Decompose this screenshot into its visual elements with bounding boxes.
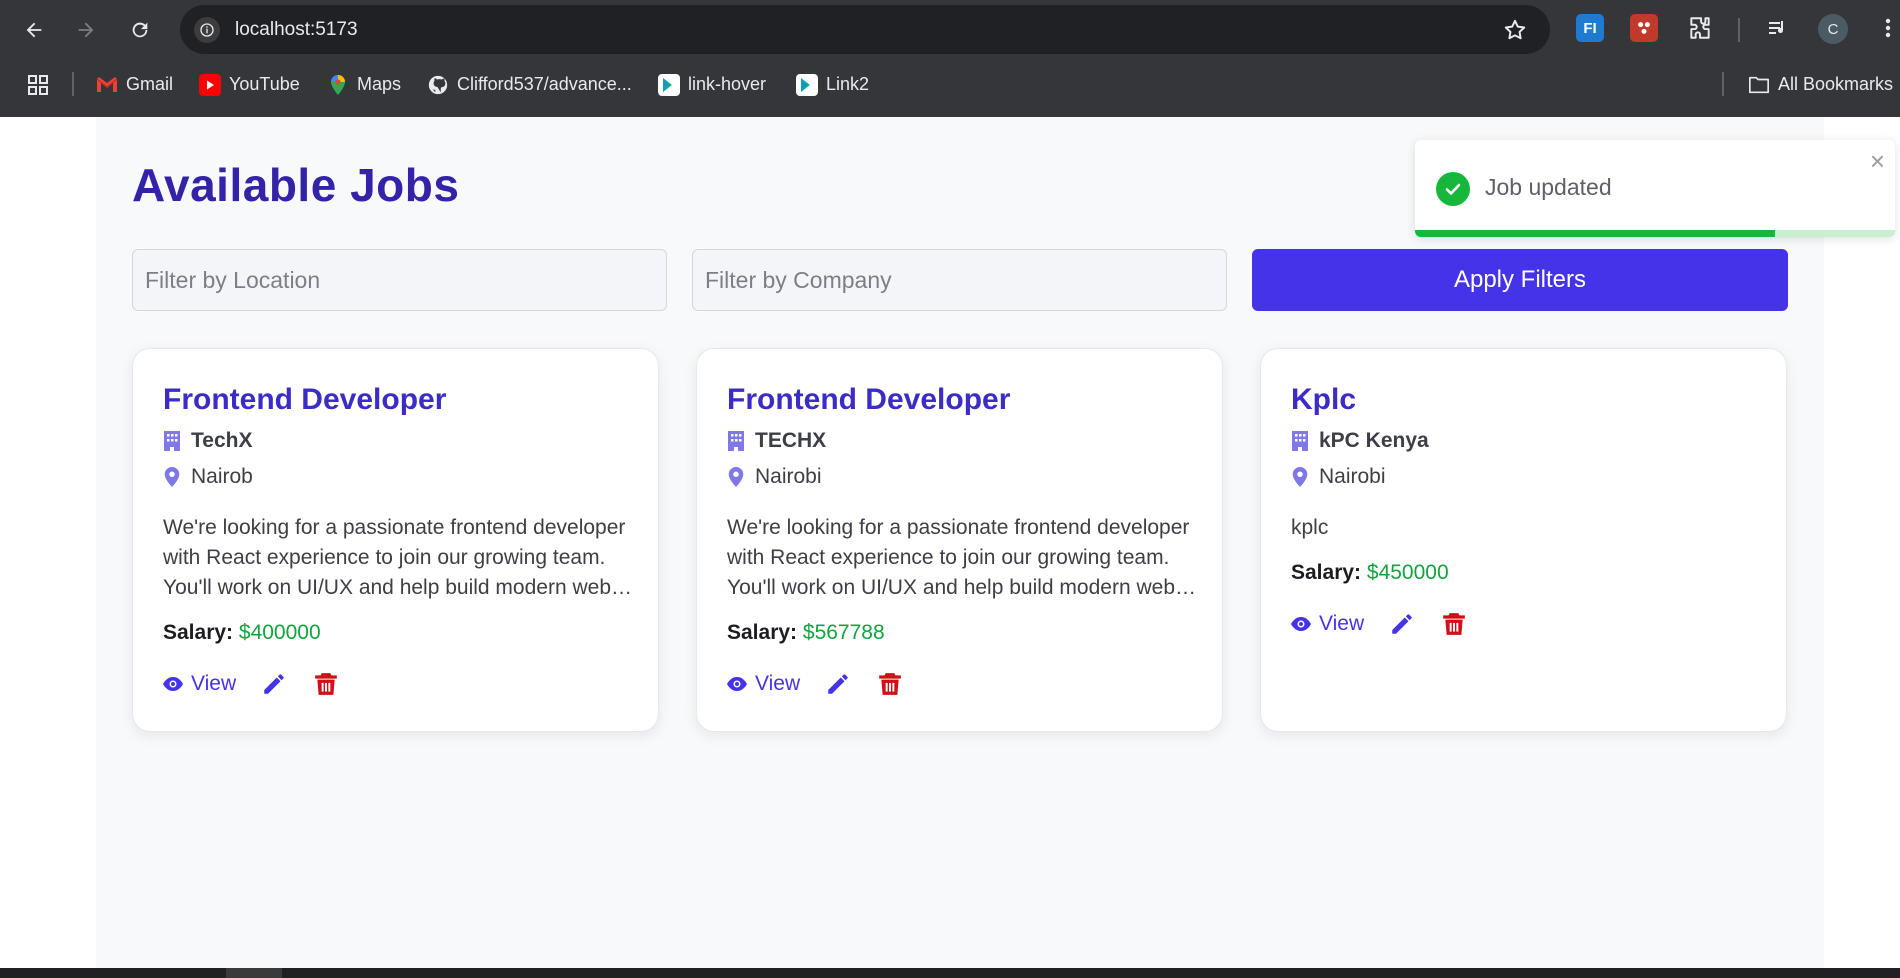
- job-title: Frontend Developer: [727, 383, 1011, 416]
- red-extension-icon[interactable]: [1630, 14, 1658, 42]
- job-company: TECHX: [727, 429, 826, 453]
- job-company: kPC Kenya: [1291, 429, 1429, 453]
- delete-job-button[interactable]: [1440, 610, 1468, 638]
- job-card: Frontend Developer TechX Nairob We're lo…: [132, 348, 659, 732]
- trash-icon: [315, 673, 337, 695]
- map-pin-icon: [164, 467, 180, 487]
- job-actions: View: [727, 670, 904, 698]
- bookmark-link-hover[interactable]: link-hover: [658, 62, 766, 107]
- bookmarks-divider: [72, 72, 74, 96]
- maps-icon: [327, 74, 349, 96]
- arrow-left-icon: [26, 22, 42, 38]
- view-job-link[interactable]: View: [163, 672, 236, 696]
- job-location: Nairob: [163, 465, 253, 489]
- delete-job-button[interactable]: [312, 670, 340, 698]
- job-title: Kplc: [1291, 383, 1357, 416]
- extensions-puzzle-icon[interactable]: [1686, 14, 1714, 42]
- site-info-icon[interactable]: [194, 17, 220, 43]
- eye-icon: [727, 677, 747, 691]
- eye-icon: [163, 677, 183, 691]
- job-location: Nairobi: [1291, 465, 1386, 489]
- bookmark-youtube[interactable]: YouTube: [199, 62, 300, 107]
- job-card: Kplc kPC Kenya Nairobi kplc Salary: $450…: [1260, 348, 1787, 732]
- reload-icon: [132, 22, 148, 38]
- job-title: Frontend Developer: [163, 383, 447, 416]
- job-description: We're looking for a passionate frontend …: [727, 516, 1190, 599]
- job-description: We're looking for a passionate frontend …: [163, 516, 626, 599]
- job-salary: Salary: $567788: [727, 621, 885, 644]
- edit-job-button[interactable]: [824, 670, 852, 698]
- browser-toolbar: localhost:5173 FI C: [0, 0, 1900, 60]
- toolbar-divider: [1738, 18, 1740, 42]
- gmail-icon: [96, 74, 118, 96]
- folder-icon: [1748, 74, 1770, 96]
- reload-button[interactable]: [122, 12, 158, 48]
- building-icon: [164, 431, 180, 451]
- bookmark-maps[interactable]: Maps: [327, 62, 401, 107]
- success-check-icon: [1436, 172, 1470, 206]
- browser-chrome: localhost:5173 FI C Gmail YouTube Maps C…: [0, 0, 1900, 117]
- pencil-icon: [828, 674, 848, 694]
- map-pin-icon: [1292, 467, 1308, 487]
- job-actions: View: [1291, 610, 1468, 638]
- company-filter-input[interactable]: [692, 249, 1227, 311]
- fi-extension-icon[interactable]: FI: [1576, 14, 1604, 42]
- page-title: Available Jobs: [132, 159, 460, 211]
- bookmark-gmail[interactable]: Gmail: [96, 62, 173, 107]
- job-salary: Salary: $400000: [163, 621, 321, 644]
- view-job-link[interactable]: View: [1291, 612, 1364, 636]
- address-bar[interactable]: localhost:5173: [180, 5, 1550, 54]
- youtube-icon: [199, 73, 221, 96]
- delete-job-button[interactable]: [876, 670, 904, 698]
- play-store-icon: [796, 73, 818, 96]
- building-icon: [1292, 431, 1308, 451]
- toast-notification: Job updated ×: [1415, 140, 1895, 237]
- bookmarks-bar: Gmail YouTube Maps Clifford537/advance..…: [0, 62, 1900, 107]
- pencil-icon: [264, 674, 284, 694]
- bookmark-star-icon[interactable]: [1502, 17, 1528, 43]
- url-text[interactable]: localhost:5173: [235, 5, 358, 54]
- job-location: Nairobi: [727, 465, 822, 489]
- arrow-right-icon: [78, 22, 94, 38]
- job-salary: Salary: $450000: [1291, 561, 1449, 584]
- trash-icon: [1443, 613, 1465, 635]
- taskbar-strip: [0, 968, 1900, 978]
- job-company: TechX: [163, 429, 252, 453]
- map-pin-icon: [728, 467, 744, 487]
- eye-icon: [1291, 617, 1311, 631]
- edit-job-button[interactable]: [1388, 610, 1416, 638]
- media-queue-icon[interactable]: [1764, 14, 1792, 42]
- github-icon: [427, 74, 449, 96]
- apply-filters-button[interactable]: Apply Filters: [1252, 249, 1788, 311]
- apps-grid-icon[interactable]: [26, 62, 50, 107]
- toast-message: Job updated: [1485, 174, 1612, 200]
- trash-icon: [879, 673, 901, 695]
- job-card: Frontend Developer TECHX Nairobi We're l…: [696, 348, 1223, 732]
- building-icon: [728, 431, 744, 451]
- view-job-link[interactable]: View: [727, 672, 800, 696]
- bookmark-link2[interactable]: Link2: [796, 62, 869, 107]
- browser-menu-icon[interactable]: [1874, 14, 1900, 42]
- forward-button[interactable]: [68, 12, 104, 48]
- pencil-icon: [1392, 614, 1412, 634]
- all-bookmarks-button[interactable]: All Bookmarks: [1748, 62, 1893, 107]
- location-filter-input[interactable]: [132, 249, 667, 311]
- toast-close-button[interactable]: ×: [1870, 148, 1885, 174]
- job-actions: View: [163, 670, 340, 698]
- edit-job-button[interactable]: [260, 670, 288, 698]
- toast-progress-bar: [1415, 230, 1775, 237]
- back-button[interactable]: [16, 12, 52, 48]
- play-store-icon: [658, 73, 680, 96]
- bookmark-github[interactable]: Clifford537/advance...: [427, 62, 632, 107]
- bookmarks-divider: [1722, 72, 1724, 96]
- job-description: kplc: [1291, 516, 1329, 539]
- profile-avatar[interactable]: C: [1818, 14, 1848, 44]
